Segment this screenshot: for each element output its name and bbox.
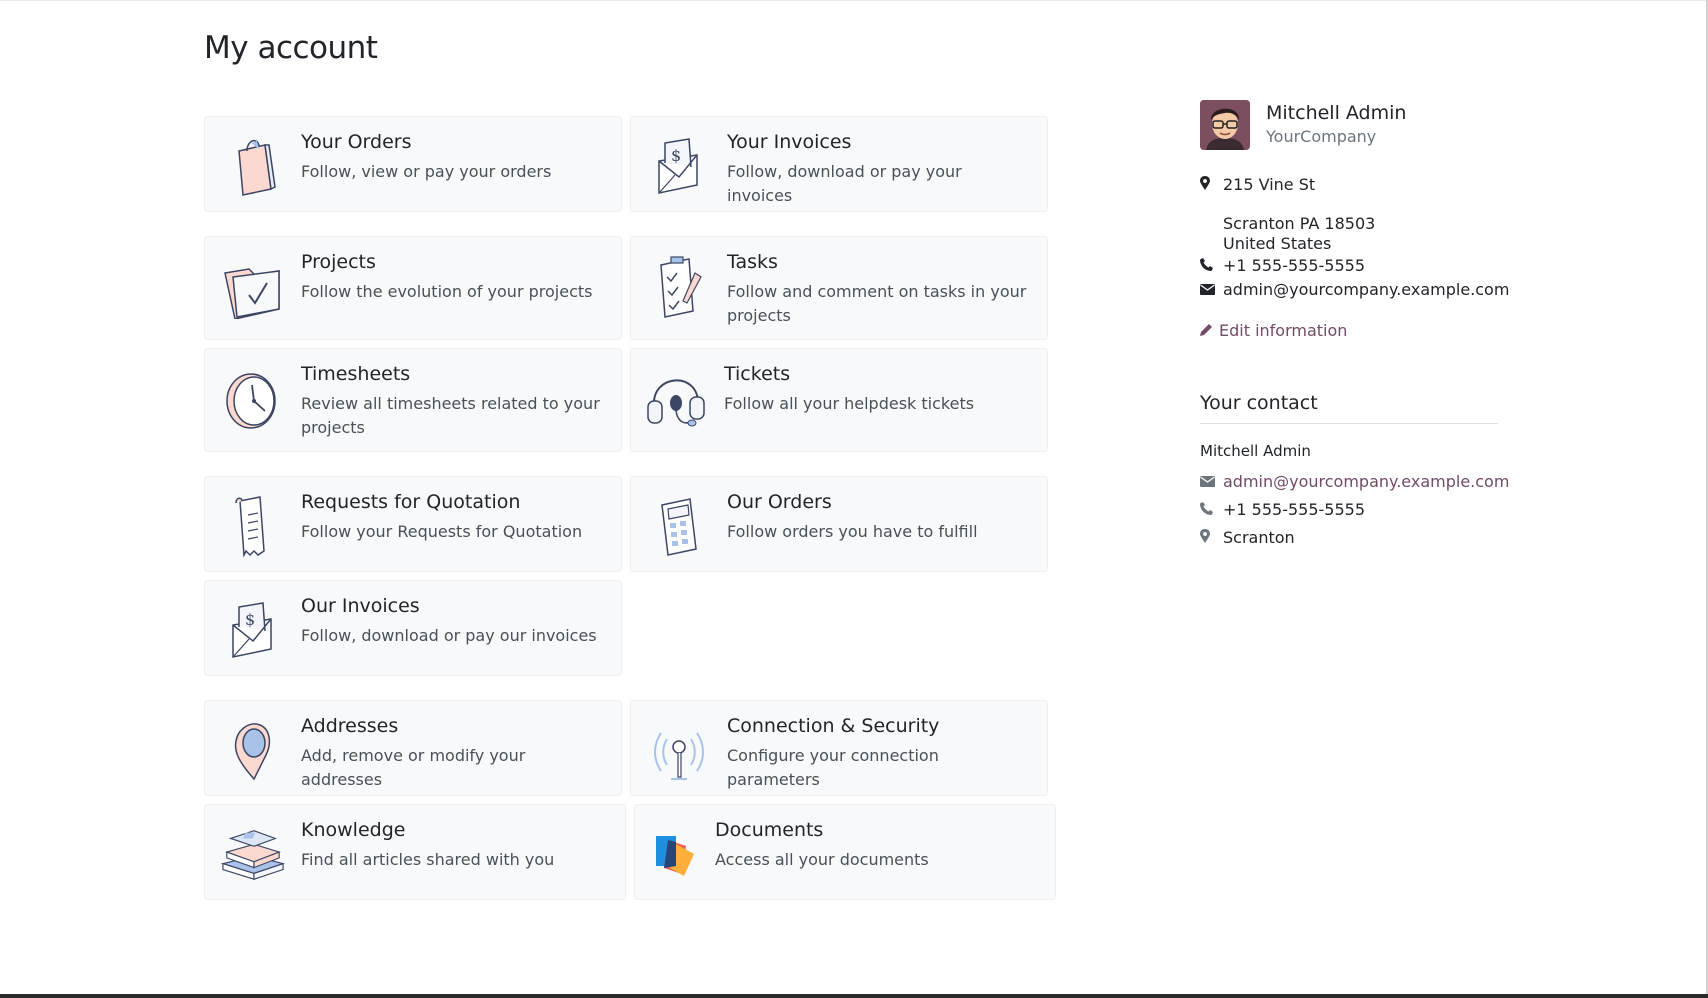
card-our-orders[interactable]: Our Orders Follow orders you have to ful… [630, 476, 1048, 572]
svg-text:$: $ [671, 146, 681, 165]
card-description: Access all your documents [715, 850, 929, 869]
phone-icon [1200, 258, 1222, 275]
invoice-envelope-icon: $ [647, 131, 711, 201]
contact-email-link[interactable]: admin@yourcompany.example.com [1200, 472, 1509, 491]
documents-app-icon [649, 819, 699, 889]
card-timesheets[interactable]: Timesheets Review all timesheets related… [204, 348, 622, 452]
shopping-bag-icon [221, 131, 285, 201]
contact-phone: +1 555-555-5555 [1223, 500, 1366, 519]
card-description: Find all articles shared with you [301, 850, 555, 869]
card-requests-for-quotation[interactable]: Requests for Quotation Follow your Reque… [204, 476, 622, 572]
card-tickets[interactable]: Tickets Follow all your helpdesk tickets [630, 348, 1048, 452]
user-name: Mitchell Admin [1266, 102, 1407, 124]
svg-text:$: $ [245, 610, 255, 629]
page-title: My account [204, 30, 378, 66]
pencil-icon [1200, 323, 1218, 340]
card-projects[interactable]: Projects Follow the evolution of your pr… [204, 236, 622, 340]
card-title: Requests for Quotation [301, 491, 521, 513]
card-your-orders[interactable]: Your Orders Follow, view or pay your ord… [204, 116, 622, 212]
phone-number: +1 555-555-5555 [1223, 256, 1366, 275]
map-pin-icon [221, 715, 285, 785]
books-icon [221, 819, 285, 889]
checklist-icon [647, 251, 711, 321]
phone-line: +1 555-555-5555 [1200, 256, 1365, 275]
card-our-invoices[interactable]: $ Our Invoices Follow, download or pay o… [204, 580, 622, 676]
card-description: Follow the evolution of your projects [301, 282, 593, 301]
card-connection-security[interactable]: Connection & Security Configure your con… [630, 700, 1048, 796]
map-marker-icon [1200, 529, 1222, 547]
card-tasks[interactable]: Tasks Follow and comment on tasks in you… [630, 236, 1048, 340]
card-title: Our Invoices [301, 595, 420, 617]
card-description: Follow your Requests for Quotation [301, 522, 583, 541]
calculator-icon [647, 491, 711, 561]
card-title: Projects [301, 251, 376, 273]
card-title: Addresses [301, 715, 399, 737]
your-contact-heading: Your contact [1200, 392, 1498, 424]
folder-check-icon [221, 251, 285, 321]
envelope-icon [1200, 284, 1222, 299]
card-description: Review all timesheets related to your pr… [301, 394, 600, 437]
card-title: Documents [715, 819, 824, 841]
contact-phone-line: +1 555-555-5555 [1200, 500, 1365, 519]
card-title: Your Orders [301, 131, 412, 153]
card-description: Add, remove or modify your addresses [301, 746, 526, 789]
map-marker-icon [1200, 176, 1222, 194]
card-description: Follow orders you have to fulfill [727, 522, 978, 541]
headset-icon [645, 363, 709, 433]
contact-name: Mitchell Admin [1200, 442, 1311, 460]
card-description: Follow, download or pay your invoices [727, 162, 962, 205]
card-description: Follow and comment on tasks in your proj… [727, 282, 1027, 325]
address-street: 215 Vine St [1223, 175, 1316, 194]
top-divider [0, 0, 1708, 1]
address-street-line: 215 Vine St [1200, 175, 1315, 194]
card-title: Tickets [724, 363, 791, 385]
card-description: Follow, view or pay your orders [301, 162, 552, 181]
card-description: Configure your connection parameters [727, 746, 939, 789]
card-description: Follow all your helpdesk tickets [724, 394, 975, 413]
card-title: Connection & Security [727, 715, 940, 737]
email-line: admin@yourcompany.example.com [1200, 280, 1509, 299]
card-documents[interactable]: Documents Access all your documents [634, 804, 1056, 900]
card-title: Timesheets [301, 363, 411, 385]
receipt-scroll-icon [221, 491, 285, 561]
contact-city-line: Scranton [1200, 528, 1295, 547]
card-your-invoices[interactable]: $ Your Invoices Follow, download or pay … [630, 116, 1048, 212]
edit-information-link[interactable]: Edit information [1200, 321, 1347, 340]
card-title: Your Invoices [727, 131, 852, 153]
invoice-envelope-icon: $ [221, 595, 285, 665]
card-title: Tasks [727, 251, 778, 273]
bottom-edge [0, 994, 1708, 998]
my-account-page: My account Your Orders Follow, view or p… [0, 0, 1708, 998]
clock-icon [221, 363, 285, 433]
card-title: Knowledge [301, 819, 406, 841]
phone-icon [1200, 502, 1222, 519]
card-knowledge[interactable]: Knowledge Find all articles shared with … [204, 804, 626, 900]
envelope-icon [1200, 476, 1222, 491]
contact-city: Scranton [1223, 528, 1295, 547]
card-description: Follow, download or pay our invoices [301, 626, 597, 645]
email-address: admin@yourcompany.example.com [1223, 280, 1510, 299]
user-company: YourCompany [1266, 127, 1377, 146]
antenna-signal-icon [647, 715, 711, 785]
card-addresses[interactable]: Addresses Add, remove or modify your add… [204, 700, 622, 796]
avatar [1200, 100, 1250, 150]
card-title: Our Orders [727, 491, 832, 513]
